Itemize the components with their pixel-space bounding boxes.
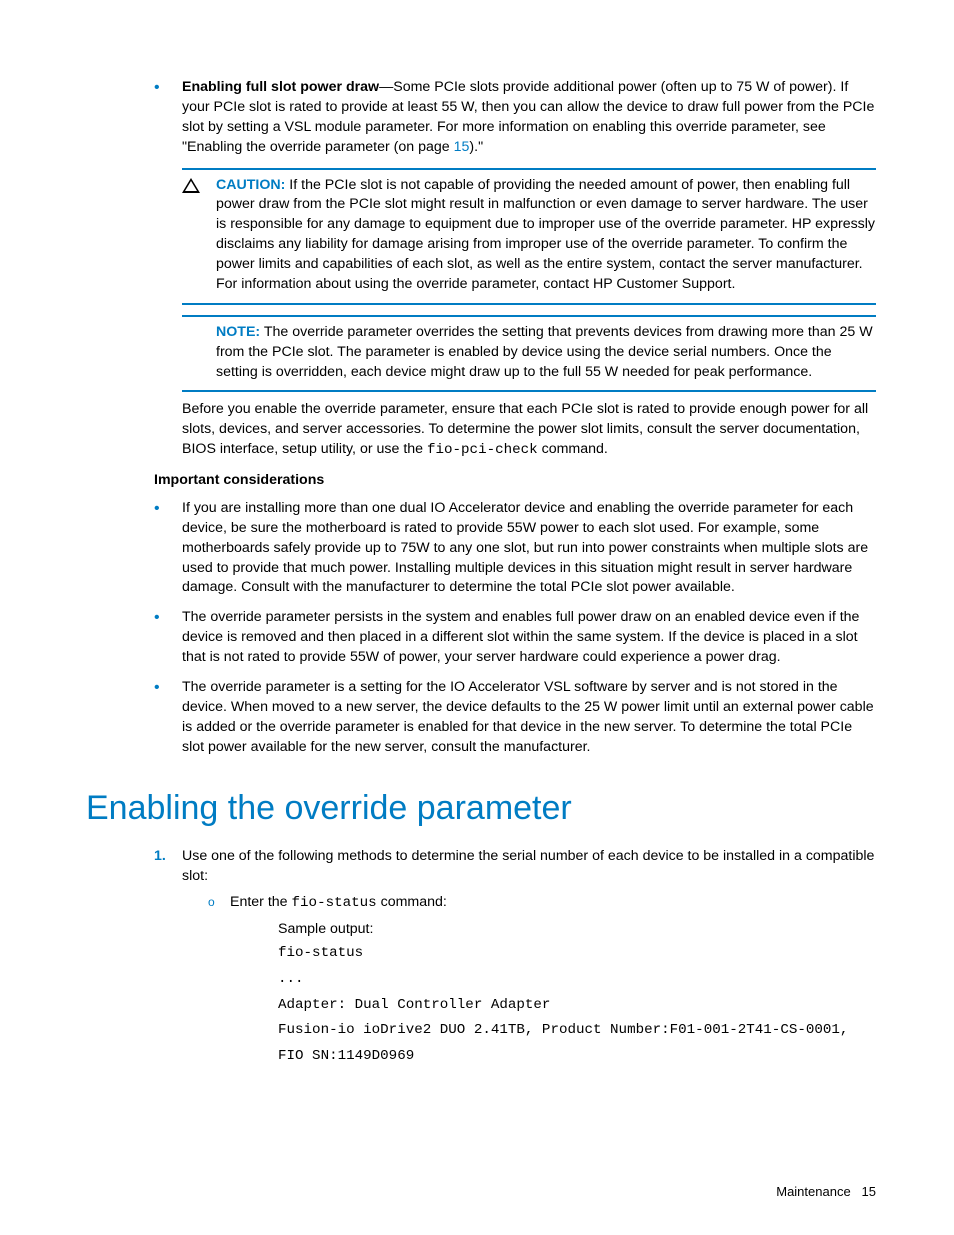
step-1: 1. Use one of the following methods to d… xyxy=(154,847,876,1069)
bullet-enabling-full-slot: Enabling full slot power draw—Some PCIe … xyxy=(154,78,876,158)
sample-output-label: Sample output: xyxy=(278,920,876,940)
consideration-item: The override parameter persists in the s… xyxy=(154,608,876,668)
note-text: The override parameter overrides the set… xyxy=(216,324,873,380)
caution-label: CAUTION: xyxy=(216,177,285,193)
fio-status-command: fio-status xyxy=(292,895,377,911)
before-para-b: command. xyxy=(538,441,608,457)
caution-body: CAUTION: If the PCIe slot is not capable… xyxy=(216,176,876,295)
bullet-tail: )." xyxy=(469,139,483,155)
considerations-list: If you are installing more than one dual… xyxy=(86,499,876,758)
consideration-item: The override parameter is a setting for … xyxy=(154,678,876,758)
important-considerations-heading: Important considerations xyxy=(154,471,876,491)
caution-icon xyxy=(182,178,200,193)
before-enable-paragraph: Before you enable the override parameter… xyxy=(182,400,876,461)
step-sublist: Enter the fio-status command: Sample out… xyxy=(182,893,876,1070)
substep-enter-command: Enter the fio-status command: Sample out… xyxy=(208,893,876,1070)
numbered-steps: 1. Use one of the following methods to d… xyxy=(86,847,876,1069)
substep-b: command: xyxy=(377,894,447,910)
note-body: NOTE: The override parameter overrides t… xyxy=(216,323,876,383)
caution-text: If the PCIe slot is not capable of provi… xyxy=(216,177,875,292)
footer-page-number: 15 xyxy=(862,1184,876,1199)
section-heading: Enabling the override parameter xyxy=(86,785,876,833)
step-body: Use one of the following methods to dete… xyxy=(182,848,874,884)
fio-pci-check-command: fio-pci-check xyxy=(427,442,538,458)
consideration-item: If you are installing more than one dual… xyxy=(154,499,876,598)
note-callout: NOTE: The override parameter overrides t… xyxy=(182,315,876,393)
code-output: fio-status ... Adapter: Dual Controller … xyxy=(278,941,876,1069)
page-link-15[interactable]: 15 xyxy=(454,139,470,155)
caution-icon-col xyxy=(182,176,216,295)
caution-callout: CAUTION: If the PCIe slot is not capable… xyxy=(182,168,876,305)
note-label: NOTE: xyxy=(216,324,260,340)
page-footer: Maintenance 15 xyxy=(776,1183,876,1201)
top-bullet-list: Enabling full slot power draw—Some PCIe … xyxy=(86,78,876,158)
bullet-lead: Enabling full slot power draw xyxy=(182,79,379,95)
document-page: Enabling full slot power draw—Some PCIe … xyxy=(0,0,954,1235)
substep-a: Enter the xyxy=(230,894,292,910)
note-icon-col xyxy=(182,323,216,383)
footer-section: Maintenance xyxy=(776,1184,850,1199)
step-number: 1. xyxy=(154,847,166,867)
